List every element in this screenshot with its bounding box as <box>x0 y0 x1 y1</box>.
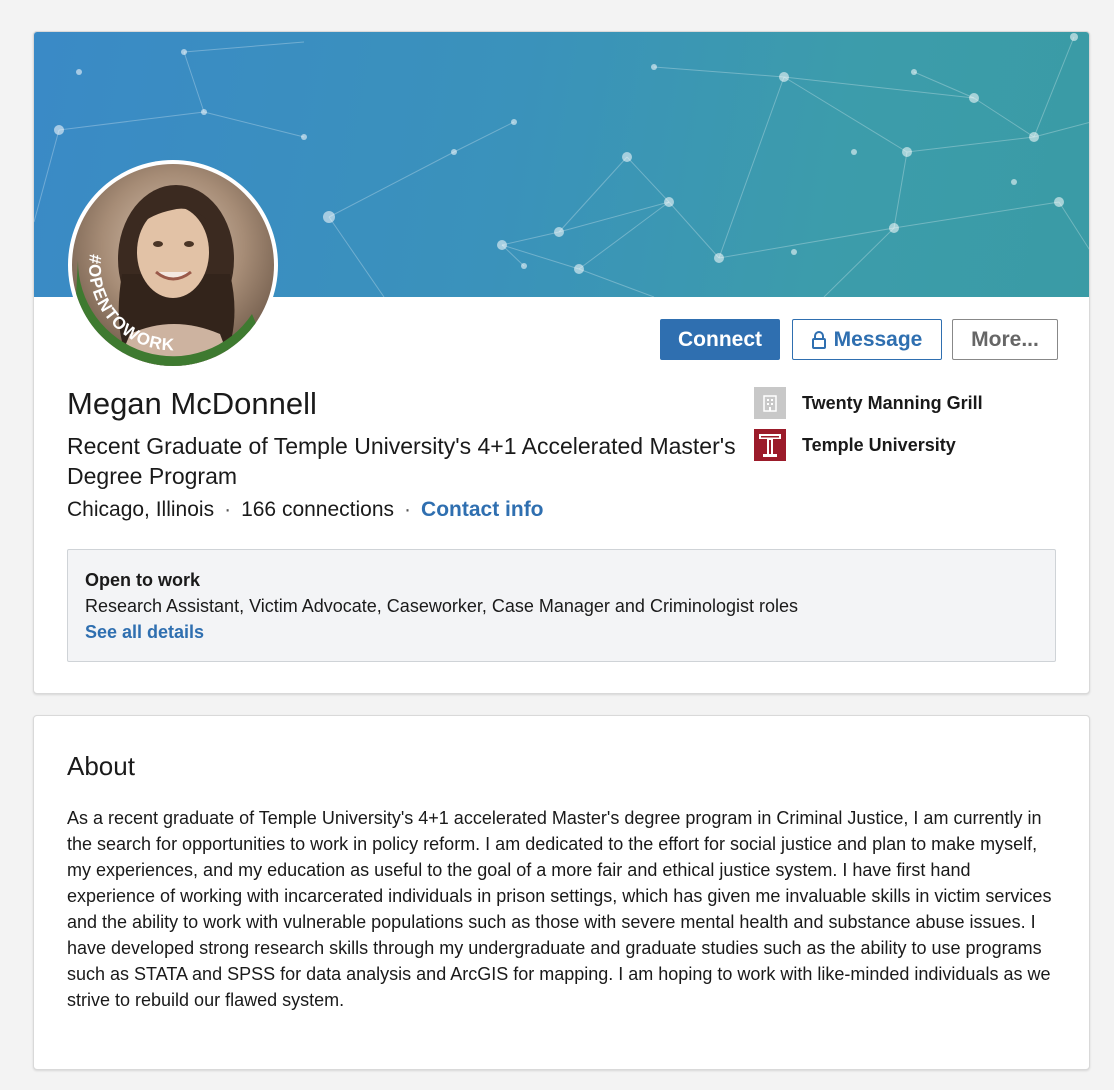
avatar-photo: #OPENTOWORK <box>72 164 274 366</box>
connect-button-label: Connect <box>678 327 762 351</box>
temple-t-logo <box>754 429 786 461</box>
current-company[interactable]: Twenty Manning Grill <box>754 387 983 419</box>
about-title: About <box>67 751 135 781</box>
company-name: Twenty Manning Grill <box>802 392 983 413</box>
open-to-work-box: Open to work Research Assistant, Victim … <box>67 549 1056 662</box>
open-to-work-title: Open to work <box>85 570 201 590</box>
open-to-work-roles: Research Assistant, Victim Advocate, Cas… <box>85 596 798 616</box>
connections-count[interactable]: 166 connections <box>241 498 394 521</box>
about-body: As a recent graduate of Temple Universit… <box>67 808 1052 1010</box>
profile-avatar[interactable]: #OPENTOWORK <box>68 160 278 370</box>
separator-dot: · <box>404 498 412 521</box>
about-card: About As a recent graduate of Temple Uni… <box>33 715 1090 1070</box>
profile-meta: Chicago, Illinois · 166 connections · Contac… <box>67 498 544 522</box>
school-name: Temple University <box>802 434 956 455</box>
message-button[interactable]: Message <box>792 319 942 360</box>
profile-headline: Recent Graduate of Temple University's 4… <box>67 433 736 489</box>
lock-icon <box>811 330 826 349</box>
more-button-label: More... <box>971 327 1039 351</box>
profile-name: Megan McDonnell <box>67 386 317 421</box>
message-button-label: Message <box>833 327 923 351</box>
see-all-details-link[interactable]: See all details <box>85 622 204 643</box>
contact-info-link[interactable]: Contact info <box>421 498 543 521</box>
profile-location: Chicago, Illinois <box>67 498 215 521</box>
more-button[interactable]: More... <box>952 319 1058 360</box>
connect-button[interactable]: Connect <box>660 319 780 360</box>
education-school[interactable]: Temple University <box>754 429 956 461</box>
building-icon <box>754 387 786 419</box>
separator-dot: · <box>224 498 232 521</box>
profile-top-card: #OPENTOWORK Connect Message More... Mega… <box>33 31 1090 694</box>
